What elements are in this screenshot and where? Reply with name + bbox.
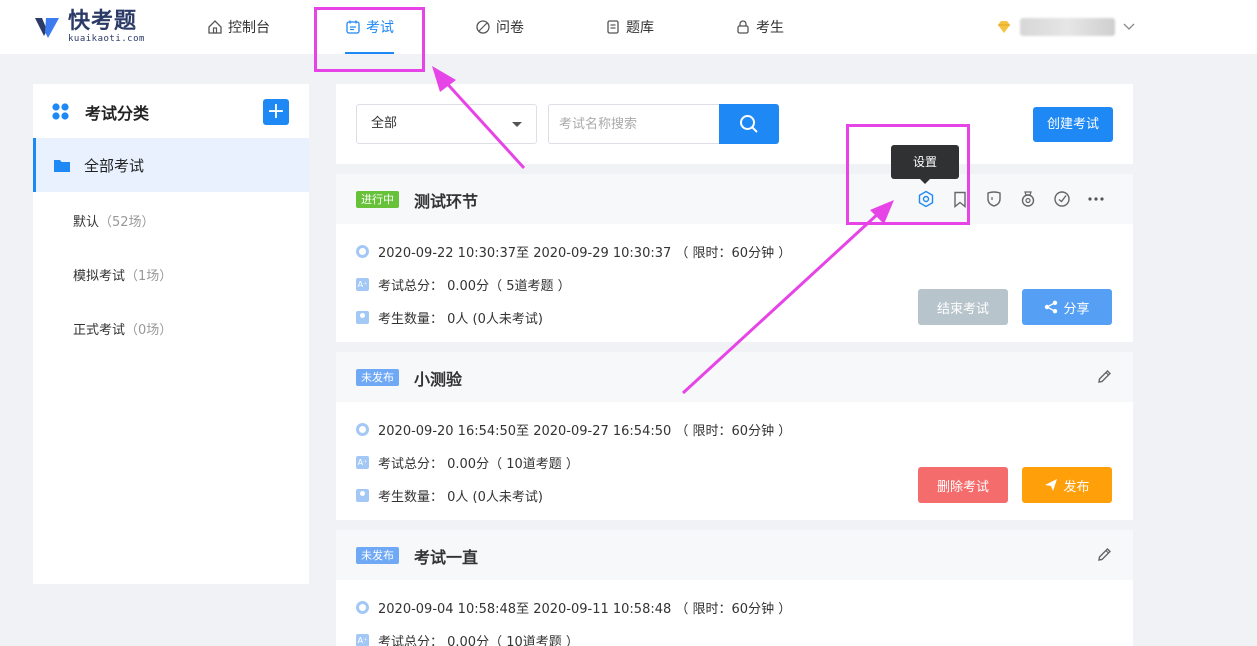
exam-title[interactable]: 测试环节 — [414, 188, 478, 212]
sidebar-item-count: （0场） — [125, 323, 173, 338]
end-exam-button[interactable]: 结束考试 — [918, 289, 1008, 325]
exam-time: 2020-09-20 16:54:50至 2020-09-27 16:54:50… — [356, 420, 791, 439]
sidebar-item-label: 正式考试 — [73, 323, 126, 338]
nav-label: 问卷 — [496, 20, 524, 36]
nav-label: 控制台 — [228, 20, 270, 36]
score-icon: A⁺ — [356, 278, 369, 291]
category-grid-icon — [52, 103, 69, 120]
nav-label: 题库 — [626, 20, 654, 36]
more-icon[interactable] — [1087, 190, 1105, 208]
clock-icon — [356, 423, 369, 436]
exam-examinees: 考生数量： 0人 (0人未考试) — [356, 486, 543, 505]
sidebar-header: 考试分类 + — [33, 84, 309, 138]
sidebar-item-label: 默认 — [73, 215, 100, 230]
logo-icon — [35, 18, 59, 38]
nav-examinees[interactable]: 考生 — [735, 0, 784, 54]
share-button[interactable]: 分享 — [1022, 289, 1112, 325]
send-icon — [1045, 479, 1058, 491]
sidebar-item-formal[interactable]: 正式考试（0场） — [73, 319, 172, 338]
publish-button[interactable]: 发布 — [1022, 467, 1112, 503]
create-exam-button[interactable]: 创建考试 — [1033, 107, 1113, 142]
category-select[interactable]: 全部 — [356, 104, 537, 144]
search-button[interactable] — [719, 104, 779, 144]
lock-icon — [737, 20, 749, 34]
nav-question-bank[interactable]: 题库 — [605, 0, 654, 54]
caret-down-icon — [512, 122, 522, 127]
delete-exam-button[interactable]: 删除考试 — [918, 467, 1008, 503]
shield-icon[interactable] — [985, 190, 1003, 208]
dashboard-icon — [208, 20, 222, 34]
user-icon — [356, 311, 369, 324]
sidebar-item-mock[interactable]: 模拟考试（1场） — [73, 265, 172, 284]
exam-time: 2020-09-04 10:58:48至 2020-09-11 10:58:48… — [356, 598, 791, 617]
add-category-button[interactable]: + — [263, 99, 289, 125]
check-circle-icon[interactable] — [1053, 190, 1071, 208]
leaf-icon — [476, 20, 490, 34]
user-icon — [356, 489, 369, 502]
logo[interactable]: 快考题 kuaikaoti.com — [32, 10, 145, 44]
share-icon — [1045, 300, 1058, 314]
edit-icon[interactable] — [1096, 546, 1113, 563]
logo-domain: kuaikaoti.com — [68, 33, 145, 44]
exam-score: A⁺ 考试总分： 0.00分（ 5道考题 ） — [356, 275, 571, 294]
search-icon — [740, 115, 758, 133]
exam-card-header: 未发布 小测验 — [336, 352, 1133, 402]
exam-examinees-text: 考生数量： 0人 (0人未考试) — [378, 490, 543, 505]
sidebar-item-count: （1场） — [125, 269, 173, 284]
exam-time: 2020-09-22 10:30:37至 2020-09-29 10:30:37… — [356, 242, 791, 261]
exam-title[interactable]: 小测验 — [414, 366, 462, 390]
exam-card: 未发布 小测验 2020-09-20 16:54:50至 2020-09-27 … — [336, 352, 1133, 520]
medal-icon[interactable] — [1019, 190, 1037, 208]
clock-icon — [356, 601, 369, 614]
logo-title: 快考题 — [68, 8, 138, 34]
sidebar-item-default[interactable]: 默认（52场） — [73, 211, 155, 230]
exam-score-text: 考试总分： 0.00分（ 5道考题 ） — [378, 279, 571, 294]
exam-card-header: 未发布 考试一直 — [336, 530, 1133, 580]
nav-dashboard[interactable]: 控制台 — [207, 0, 270, 54]
folder-icon — [54, 160, 70, 172]
clock-icon — [356, 245, 369, 258]
nav-survey[interactable]: 问卷 — [475, 0, 524, 54]
search-panel: 全部 创建考试 — [336, 84, 1133, 164]
sidebar-title: 考试分类 — [85, 104, 150, 123]
exam-card: 未发布 考试一直 2020-09-04 10:58:48至 2020-09-11… — [336, 530, 1133, 646]
exam-time-text: 2020-09-22 10:30:37至 2020-09-29 10:30:37… — [378, 246, 792, 261]
status-badge: 未发布 — [356, 369, 399, 386]
score-icon: A⁺ — [356, 456, 369, 469]
chevron-down-icon — [1123, 23, 1135, 30]
score-icon: A⁺ — [356, 634, 369, 646]
exam-title[interactable]: 考试一直 — [414, 544, 478, 568]
diamond-icon — [998, 21, 1010, 33]
sidebar-item-label: 模拟考试 — [73, 269, 126, 284]
status-badge: 进行中 — [356, 191, 399, 208]
exam-score: A⁺ 考试总分： 0.00分（ 10道考题 ） — [356, 453, 579, 472]
exam-score-text: 考试总分： 0.00分（ 10道考题 ） — [378, 457, 579, 472]
library-icon — [607, 20, 619, 34]
exam-time-text: 2020-09-20 16:54:50至 2020-09-27 16:54:50… — [378, 424, 792, 439]
exam-time-text: 2020-09-04 10:58:48至 2020-09-11 10:58:48… — [378, 602, 792, 617]
exam-score: A⁺ 考试总分： 0.00分（ 10道考题 ） — [356, 631, 579, 646]
nav-label: 考生 — [756, 20, 784, 36]
exam-score-text: 考试总分： 0.00分（ 10道考题 ） — [378, 635, 579, 646]
highlight-box-settings — [846, 124, 970, 225]
top-navbar: 快考题 kuaikaoti.com 控制台 考试 问卷 题库 考生 — [0, 0, 1257, 54]
sidebar-item-all-exams[interactable]: 全部考试 — [33, 138, 309, 192]
status-badge: 未发布 — [356, 547, 399, 564]
exam-examinees: 考生数量： 0人 (0人未考试) — [356, 308, 543, 327]
exam-card-header: 进行中 测试环节 — [336, 174, 1133, 224]
share-label: 分享 — [1063, 301, 1090, 317]
edit-icon[interactable] — [1096, 368, 1113, 385]
exam-search-input[interactable] — [548, 104, 719, 144]
category-select-value: 全部 — [371, 116, 398, 131]
publish-label: 发布 — [1063, 479, 1090, 495]
sidebar-item-label: 全部考试 — [84, 157, 145, 175]
highlight-box-exam-tab — [314, 7, 425, 72]
user-name — [1020, 18, 1115, 36]
category-sidebar: 考试分类 + 全部考试 默认（52场） 模拟考试（1场） 正式考试（0场） — [33, 84, 309, 584]
sidebar-item-count: （52场） — [99, 215, 155, 230]
user-menu[interactable] — [996, 17, 1135, 37]
exam-card: 进行中 测试环节 2020-09-22 10:30:37至 2020-09-29… — [336, 174, 1133, 342]
exam-examinees-text: 考生数量： 0人 (0人未考试) — [378, 312, 543, 327]
